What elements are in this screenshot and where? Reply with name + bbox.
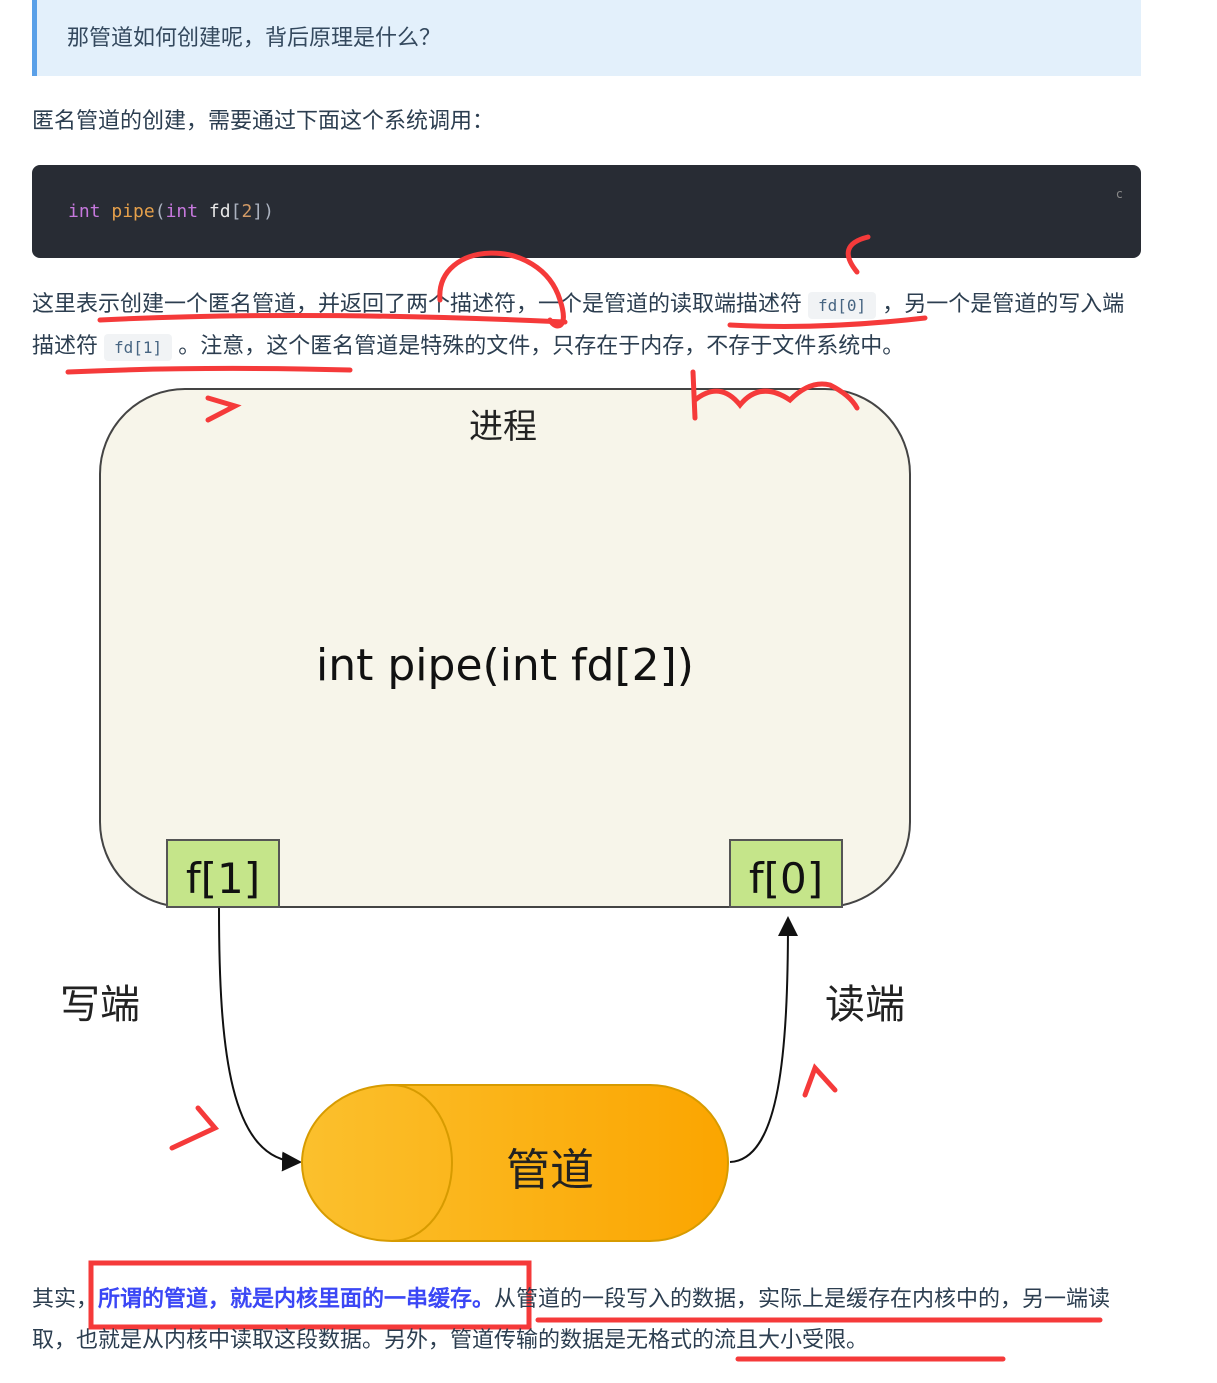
- paragraph-pipe-summary: 其实，所谓的管道，就是内核里面的一串缓存。从管道的一段写入的数据，实际上是缓存在…: [32, 1287, 1111, 1353]
- pipe-diagram: 进程 int pipe(int fd[2]) f[1] f[0] 写端 读端 管…: [60, 234, 1103, 1362]
- highlighted-text: 所谓的管道，就是内核里面的一串缓存。: [98, 1287, 495, 1312]
- read-arrow: [729, 916, 798, 1163]
- svg-text:f[1]: f[1]: [186, 854, 260, 903]
- pipe-label: 管道: [506, 1145, 594, 1196]
- write-arrow: [218, 907, 302, 1172]
- process-label: 进程: [469, 407, 537, 447]
- read-end-label: 读端: [825, 982, 905, 1028]
- svg-text:f[0]: f[0]: [749, 854, 823, 903]
- write-end-label: 写端: [60, 982, 140, 1028]
- pipe-call-label: int pipe(int fd[2]): [316, 640, 694, 691]
